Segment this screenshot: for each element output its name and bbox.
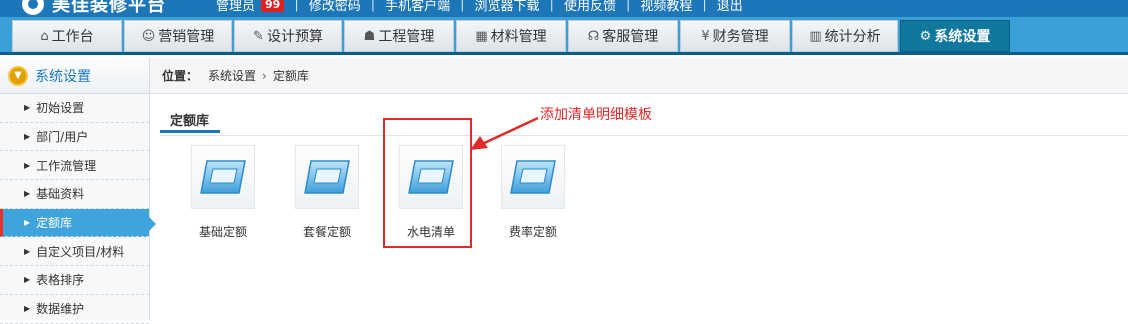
sidebar-item-workflow[interactable]: ▶ 工作流管理: [0, 151, 149, 181]
edit-icon: ✎: [253, 28, 264, 44]
headset-icon: ☊: [587, 28, 600, 44]
annotation-arrow-icon: [470, 116, 539, 150]
tile-rate-quota[interactable]: 费率定额: [483, 145, 583, 240]
caret-right-icon: ▶: [24, 189, 31, 199]
sidebar-item-label: 数据维护: [36, 302, 85, 317]
divider: |: [294, 0, 299, 12]
sidebar-title: 系统设置: [35, 68, 91, 85]
sidebar-item-data-maintenance[interactable]: ▶ 数据维护: [0, 295, 149, 324]
sidebar-item-departments-users[interactable]: ▶ 部门/用户: [0, 123, 149, 152]
tab-label: 系统设置: [934, 29, 991, 45]
browser-download-link[interactable]: 浏览器下载: [475, 0, 540, 14]
tab-system-settings[interactable]: ⚙ 系统设置: [900, 20, 1010, 52]
content-tab-quota-library[interactable]: 定额库: [170, 110, 209, 129]
breadcrumb-current: 定额库: [272, 69, 309, 83]
tile-label: 套餐定额: [302, 225, 351, 239]
tile-label: 基础定额: [198, 225, 247, 239]
tab-label: 工作台: [51, 29, 94, 45]
users-icon: ☗: [363, 28, 376, 44]
breadcrumb-parent[interactable]: 系统设置: [208, 67, 256, 84]
sidebar-item-label: 定额库: [36, 216, 73, 231]
breadcrumb-separator-icon: ›: [262, 68, 267, 83]
highlight-box: [383, 118, 472, 248]
sidebar: ▼ 系统设置 ▶ 初始设置 ▶ 部门/用户 ▶ 工作流管理 ▶ 基础资料 ▶ 定…: [0, 58, 156, 324]
divider: |: [702, 0, 707, 12]
sidebar-item-label: 工作流管理: [36, 158, 97, 173]
tab-label: 统计分析: [824, 29, 881, 45]
sidebar-item-label: 初始设置: [36, 101, 85, 116]
caret-right-icon: ▶: [24, 132, 31, 142]
sidebar-item-label: 自定义项目/材料: [36, 244, 125, 259]
logo-icon: [22, 0, 44, 15]
tab-label: 材料管理: [490, 29, 547, 45]
video-tutorial-link[interactable]: 视频教程: [640, 0, 692, 14]
tab-design-budget[interactable]: ✎ 设计预算: [234, 20, 342, 52]
change-password-link[interactable]: 修改密码: [309, 0, 361, 14]
top-links: 管理员 99 | 修改密码 | 手机客户端 | 浏览器下载 | 使用反馈 | 视…: [216, 0, 743, 14]
grid-icon: ▦: [475, 28, 488, 44]
caret-right-icon: ▶: [24, 103, 31, 113]
divider: |: [460, 0, 465, 12]
tab-workbench[interactable]: ⌂ 工作台: [12, 20, 122, 52]
caret-right-icon: ▶: [24, 246, 31, 256]
sidebar-item-quota-library[interactable]: ▶ 定额库: [0, 208, 156, 238]
gear-icon: ⚙: [919, 28, 932, 44]
tab-statistics[interactable]: ▥ 统计分析: [792, 20, 898, 52]
tab-project[interactable]: ☗ 工程管理: [344, 20, 454, 52]
quota-module-icon: [191, 145, 255, 209]
tab-materials[interactable]: ▦ 材料管理: [456, 20, 566, 52]
app-title: 美佳装修平台: [52, 0, 166, 16]
home-icon: ⌂: [40, 28, 49, 44]
divider: |: [549, 0, 554, 12]
tab-label: 设计预算: [266, 29, 323, 45]
tab-customer-service[interactable]: ☊ 客服管理: [568, 20, 678, 52]
tile-basic-quota[interactable]: 基础定额: [173, 145, 273, 240]
caret-right-icon: ▶: [24, 218, 31, 228]
sidebar-header[interactable]: ▼ 系统设置: [0, 58, 149, 94]
tab-label: 营销管理: [158, 29, 215, 45]
divider: [160, 135, 1128, 136]
sidebar-item-label: 基础资料: [36, 187, 85, 202]
caret-right-icon: ▶: [24, 160, 31, 170]
app-logo[interactable]: 美佳装修平台: [22, 0, 166, 17]
caret-right-icon: ▶: [24, 275, 31, 285]
collapse-toggle-icon[interactable]: ▼: [8, 65, 28, 86]
quota-module-icon: [295, 145, 359, 209]
tab-marketing[interactable]: ☺ 营销管理: [124, 20, 232, 52]
breadcrumb: 位置： 系统设置 › 定额库: [150, 58, 1128, 94]
mobile-client-link[interactable]: 手机客户端: [385, 0, 450, 14]
sidebar-item-label: 部门/用户: [36, 130, 89, 145]
top-bar: 美佳装修平台 管理员 99 | 修改密码 | 手机客户端 | 浏览器下载 | 使…: [0, 0, 1128, 17]
caret-right-icon: ▶: [24, 304, 31, 314]
tile-label: 费率定额: [508, 225, 557, 239]
sidebar-item-initial-settings[interactable]: ▶ 初始设置: [0, 94, 149, 123]
divider: |: [370, 0, 376, 12]
sidebar-item-basic-data[interactable]: ▶ 基础资料: [0, 180, 149, 209]
tab-label: 工程管理: [378, 29, 435, 45]
tab-finance[interactable]: ¥ 财务管理: [680, 20, 790, 52]
sidebar-item-custom-items[interactable]: ▶ 自定义项目/材料: [0, 237, 149, 267]
breadcrumb-label: 位置：: [162, 69, 199, 83]
chart-icon: ▥: [809, 28, 822, 44]
tile-package-quota[interactable]: 套餐定额: [277, 145, 377, 240]
tab-label: 财务管理: [712, 29, 769, 45]
divider: |: [625, 0, 631, 12]
main-nav: ⌂ 工作台 ☺ 营销管理 ✎ 设计预算 ☗ 工程管理 ▦ 材料管理 ☊ 客服管理…: [0, 17, 1128, 55]
yen-icon: ¥: [701, 28, 710, 44]
feedback-link[interactable]: 使用反馈: [564, 0, 616, 14]
chat-icon: ☺: [141, 28, 156, 44]
admin-link[interactable]: 管理员: [216, 0, 255, 14]
notification-badge[interactable]: 99: [261, 0, 285, 12]
tab-underline: [160, 130, 220, 133]
logout-link[interactable]: 退出: [717, 0, 743, 14]
sidebar-item-label: 表格排序: [36, 273, 85, 288]
annotation-text: 添加清单明细模板: [540, 107, 652, 123]
sidebar-item-table-sort[interactable]: ▶ 表格排序: [0, 266, 149, 295]
tab-label: 客服管理: [602, 29, 659, 45]
